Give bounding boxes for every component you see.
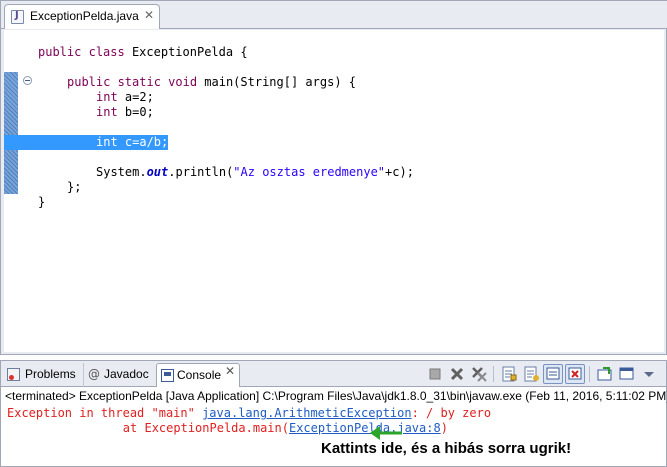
editor-tab-bar: ExceptionPelda.java ✕ <box>1 1 667 29</box>
code-line-main: public static void main(String[] args) { <box>67 75 356 89</box>
code-line-close-class: } <box>38 195 46 209</box>
console-icon <box>161 369 174 382</box>
tab-problems[interactable]: Problems <box>3 363 79 387</box>
folding-gutter <box>18 30 36 352</box>
code-line-println: System.out.println("Az osztas eredmenye"… <box>96 165 414 179</box>
tab-problems-label: Problems <box>25 367 76 381</box>
open-console-button[interactable] <box>595 364 615 384</box>
toolbar-separator <box>589 366 590 382</box>
tab-console-label: Console <box>177 368 222 382</box>
code-line-int-c-selected: int c=a/b; <box>96 135 169 150</box>
tab-javadoc[interactable]: @ Javadoc <box>83 363 153 387</box>
show-on-error-button[interactable] <box>565 364 585 384</box>
console-error-line-1: Exception in thread "main" java.lang.Ari… <box>7 406 492 420</box>
remove-launch-button[interactable] <box>447 364 467 384</box>
toolbar-separator <box>493 366 494 382</box>
tab-javadoc-label: Javadoc <box>104 367 149 381</box>
display-selected-console-icon <box>568 367 582 380</box>
word-wrap-icon <box>524 366 539 382</box>
panel-tab-bar: Problems @ Javadoc Console ✕ <box>1 361 666 387</box>
console-output[interactable]: Exception in thread "main" java.lang.Ari… <box>7 406 491 462</box>
terminate-button[interactable] <box>425 364 445 384</box>
arithmetic-exception-link[interactable]: java.lang.ArithmeticException <box>202 406 412 420</box>
collapse-icon[interactable] <box>23 76 32 85</box>
overview-ruler <box>4 30 18 352</box>
scroll-lock-button[interactable] <box>499 364 519 384</box>
terminate-icon <box>429 368 441 380</box>
view-menu-button[interactable] <box>639 364 659 384</box>
java-file-icon <box>11 10 24 24</box>
code-editor[interactable]: public class ExceptionPelda { public sta… <box>4 30 664 352</box>
editor-tab-exceptionpelda[interactable]: ExceptionPelda.java ✕ <box>4 4 160 29</box>
maximize-icon <box>644 372 654 377</box>
open-console-icon <box>597 367 612 381</box>
stack-trace-link[interactable]: ExceptionPelda.java:8 <box>289 421 441 435</box>
code-line-1: public class ExceptionPelda { <box>38 45 248 59</box>
close-icon[interactable]: ✕ <box>225 364 235 378</box>
problems-icon <box>7 368 20 381</box>
javadoc-icon: @ <box>88 367 100 381</box>
ruler-highlight-marker <box>4 72 18 194</box>
code-line-int-a: int a=2; <box>96 90 154 104</box>
tab-console[interactable]: Console ✕ <box>156 363 240 387</box>
show-on-output-button[interactable] <box>543 364 563 384</box>
scroll-lock-icon <box>502 366 517 382</box>
code-line-close-method: }; <box>67 180 82 194</box>
remove-all-icon <box>472 367 487 382</box>
editor-area: ExceptionPelda.java ✕ public class Excep… <box>0 0 667 355</box>
pin-console-icon <box>546 367 560 380</box>
minimize-icon <box>619 367 634 380</box>
remove-launch-icon <box>450 367 464 381</box>
editor-tab-label: ExceptionPelda.java <box>30 9 139 23</box>
console-launch-description: <terminated> ExceptionPelda [Java Applic… <box>5 389 667 403</box>
word-wrap-button[interactable] <box>521 364 541 384</box>
code-line-int-b: int b=0; <box>96 105 154 119</box>
instruction-caption: Kattints ide, és a hibás sorra ugrik! <box>321 440 572 457</box>
new-console-view-button[interactable] <box>617 364 637 384</box>
close-icon[interactable]: ✕ <box>144 8 154 22</box>
remove-all-button[interactable] <box>469 364 489 384</box>
